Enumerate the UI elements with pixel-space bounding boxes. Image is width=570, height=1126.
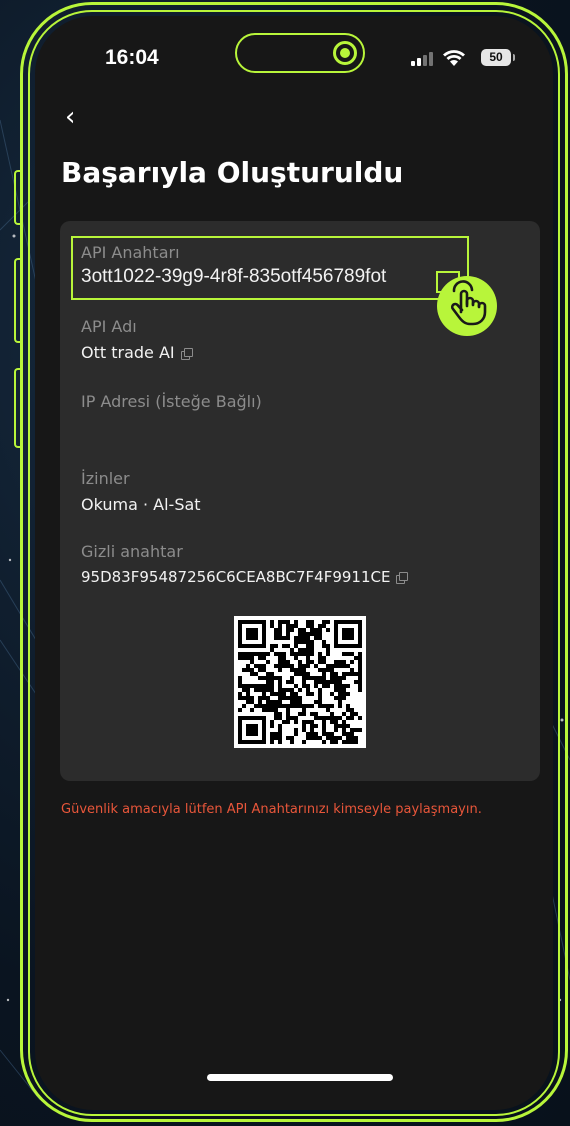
battery-icon: 50 [481, 49, 515, 66]
api-name-row: Ott trade AI [81, 343, 193, 362]
secret-key-value: 95D83F95487256C6CEA8BC7F4F9911CE [81, 568, 391, 586]
api-name-label: API Adı [81, 317, 137, 336]
dynamic-island [235, 33, 365, 73]
volume-down-button [14, 368, 22, 448]
camera-icon [333, 41, 357, 65]
api-key-label: API Anahtarı [81, 243, 180, 262]
chevron-left-icon[interactable]: ‹ [65, 102, 75, 132]
api-key-value: 3ott1022-39g9-4r8f-835otf456789fot [81, 266, 387, 287]
status-time: 16:04 [105, 46, 159, 69]
secret-key-label: Gizli anahtar [81, 542, 183, 561]
signal-icon [411, 52, 433, 66]
pointer-hand-icon [437, 276, 497, 336]
home-indicator[interactable] [207, 1074, 393, 1081]
ip-address-label: IP Adresi (İsteğe Bağlı) [81, 392, 262, 411]
volume-up-button [14, 258, 22, 343]
qr-code [234, 616, 366, 748]
action-button [14, 170, 22, 225]
copy-icon[interactable] [396, 571, 409, 584]
api-details-card: API Anahtarı 3ott1022-39g9-4r8f-835otf45… [60, 221, 540, 781]
copy-icon[interactable] [180, 347, 193, 360]
wifi-icon [443, 50, 465, 66]
secret-key-row: 95D83F95487256C6CEA8BC7F4F9911CE [81, 568, 409, 586]
page-title: Başarıyla Oluşturuldu [61, 156, 404, 189]
security-warning: Güvenlik amacıyla lütfen API Anahtarınız… [61, 802, 482, 817]
phone-screen: 16:04 50 ‹ Başarıyla Oluşturuldu API Ana… [35, 16, 553, 1110]
permissions-label: İzinler [81, 469, 130, 488]
permissions-value: Okuma · Al-Sat [81, 495, 201, 514]
api-name-value: Ott trade AI [81, 343, 175, 362]
